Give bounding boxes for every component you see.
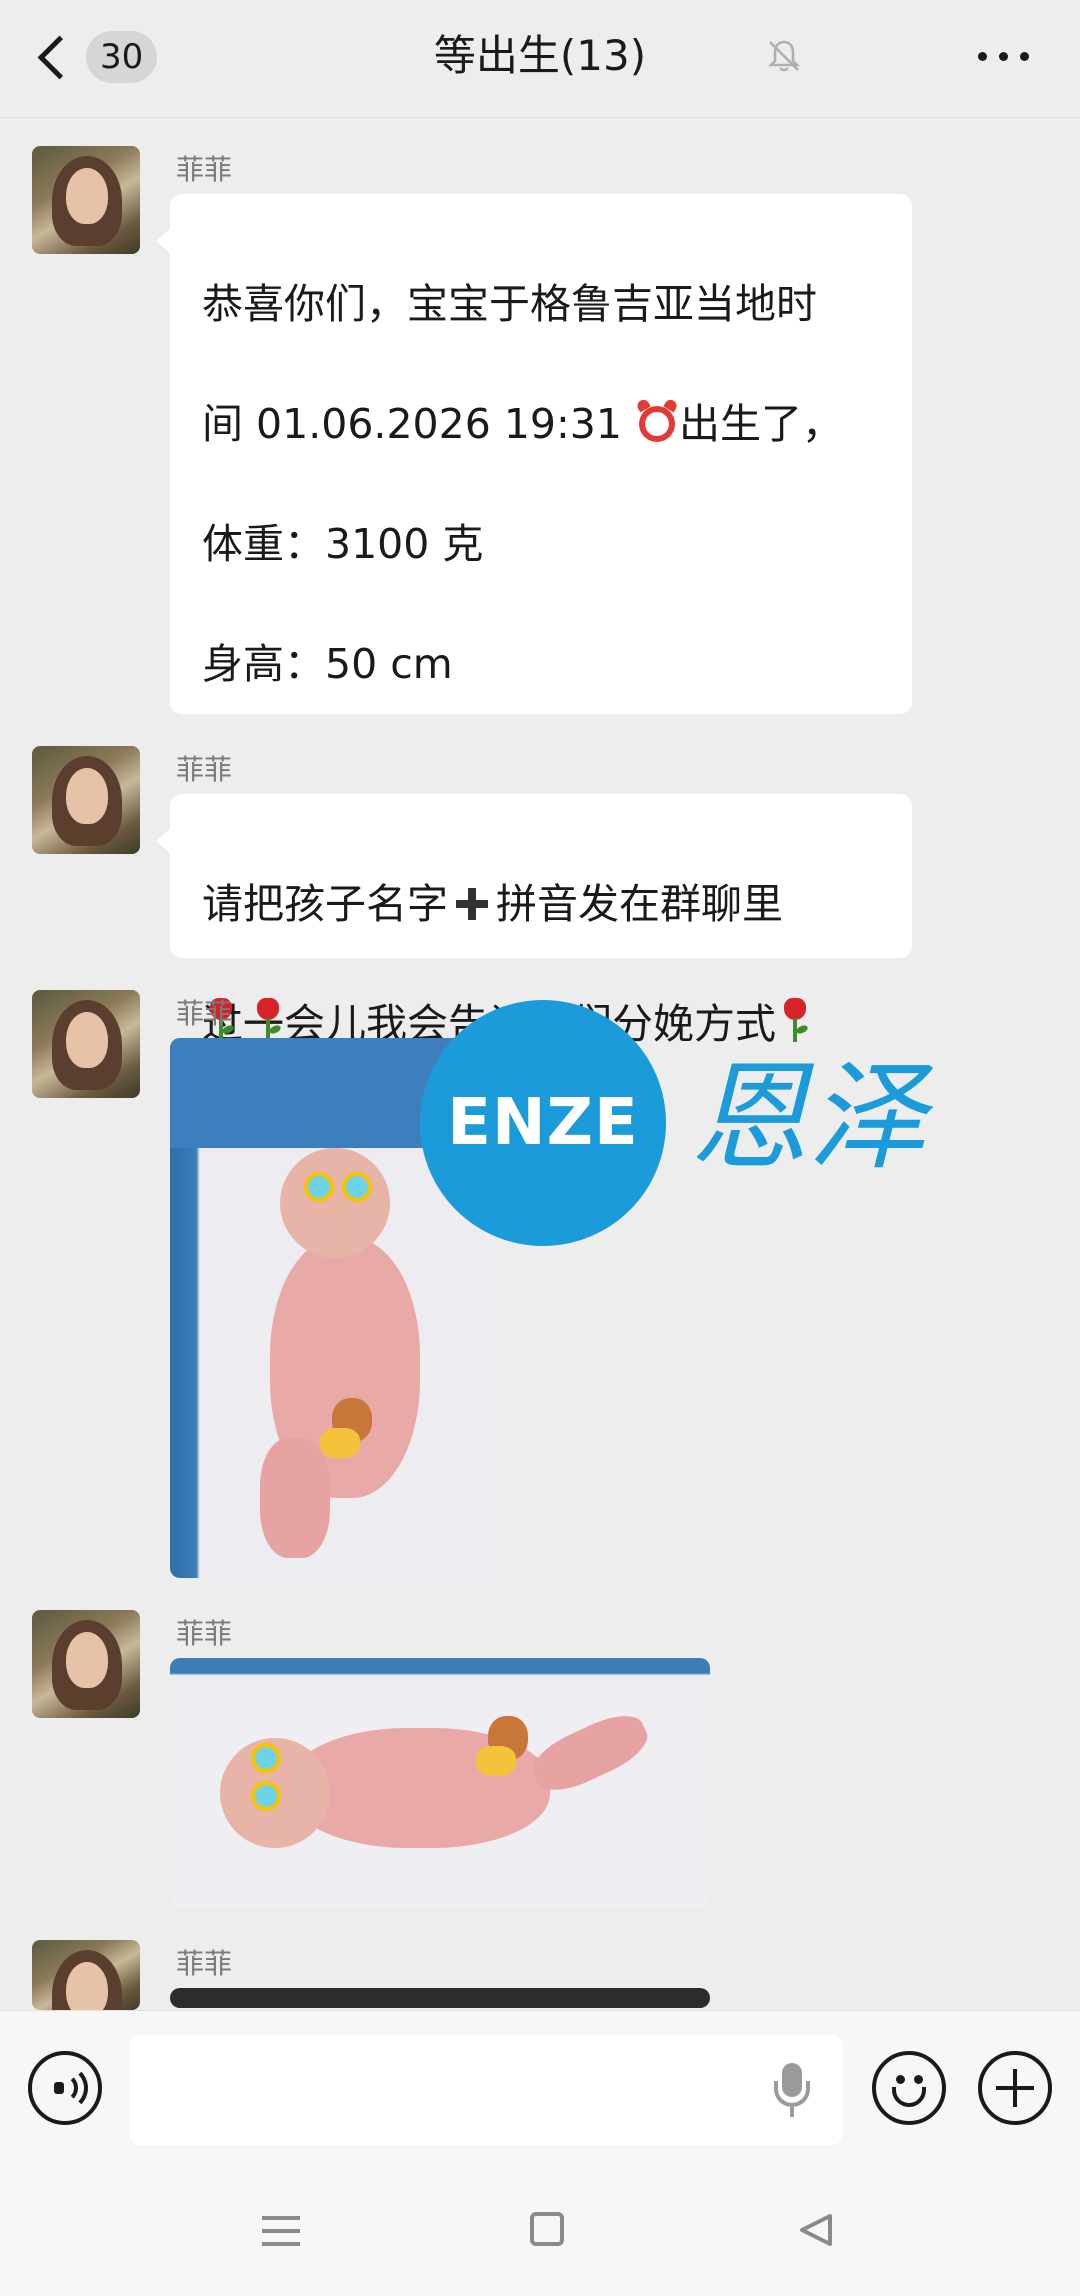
bell-muted-icon xyxy=(767,40,801,72)
sender-name: 菲菲 xyxy=(176,1617,233,1650)
sunglasses-sticker xyxy=(245,1743,285,1813)
menu-icon[interactable] xyxy=(262,2214,300,2248)
input-bar xyxy=(0,2010,1080,2166)
mic-icon[interactable] xyxy=(770,2063,816,2119)
message-line: 身高：50 cm xyxy=(202,640,453,688)
chat-screen: 30 等出生(13) 菲菲 恭喜你们，宝宝于格鲁吉亚当地时 间 01.06.20… xyxy=(0,0,1080,2296)
message-input[interactable] xyxy=(130,2035,842,2145)
ellipsis-icon xyxy=(978,52,987,61)
sender-name: 菲菲 xyxy=(176,997,233,1030)
message-line: 恭喜你们，宝宝于格鲁吉亚当地时 xyxy=(202,280,817,328)
alarm-clock-emoji xyxy=(635,397,679,444)
avatar[interactable] xyxy=(32,1610,140,1718)
horse-sticker xyxy=(476,1716,536,1780)
message-line: 间 01.06.2026 19:31 出生了， xyxy=(202,394,880,454)
image-message[interactable] xyxy=(170,1658,710,1908)
voice-mode-button[interactable] xyxy=(28,2051,102,2125)
system-nav-bar xyxy=(0,2166,1080,2296)
sender-name: 菲菲 xyxy=(176,753,233,786)
watermark-logo: ENZE xyxy=(420,1000,666,1246)
avatar[interactable] xyxy=(32,990,140,1098)
message-line: 体重：3100 克 xyxy=(202,520,484,568)
sunglasses-sticker xyxy=(304,1168,374,1208)
more-options-button[interactable] xyxy=(974,38,1034,74)
sender-name: 菲菲 xyxy=(176,153,233,186)
avatar[interactable] xyxy=(32,146,140,254)
smiley-icon xyxy=(896,2075,905,2084)
emoji-button[interactable] xyxy=(872,2051,946,2125)
watermark-text: 恩泽 xyxy=(690,1048,927,1186)
heavy-plus-emoji xyxy=(454,886,490,922)
horse-sticker xyxy=(320,1398,380,1462)
more-actions-button[interactable] xyxy=(978,2051,1052,2125)
avatar[interactable] xyxy=(32,1940,140,2010)
home-icon[interactable] xyxy=(530,2212,564,2246)
message-line: 请把孩子名字 拼音发在群聊里 xyxy=(202,880,783,928)
message-bubble[interactable]: 请把孩子名字 拼音发在群聊里 xyxy=(156,794,912,1042)
chat-title: 等出生(13) xyxy=(433,31,647,80)
chat-header: 30 等出生(13) xyxy=(0,0,1080,118)
image-message[interactable] xyxy=(170,1988,710,2008)
message-bubble[interactable]: 恭喜你们，宝宝于格鲁吉亚当地时 间 01.06.2026 19:31 出生了， … xyxy=(156,194,912,1048)
back-triangle-icon[interactable] xyxy=(796,2212,836,2248)
sender-name: 菲菲 xyxy=(176,1947,233,1980)
avatar[interactable] xyxy=(32,746,140,854)
